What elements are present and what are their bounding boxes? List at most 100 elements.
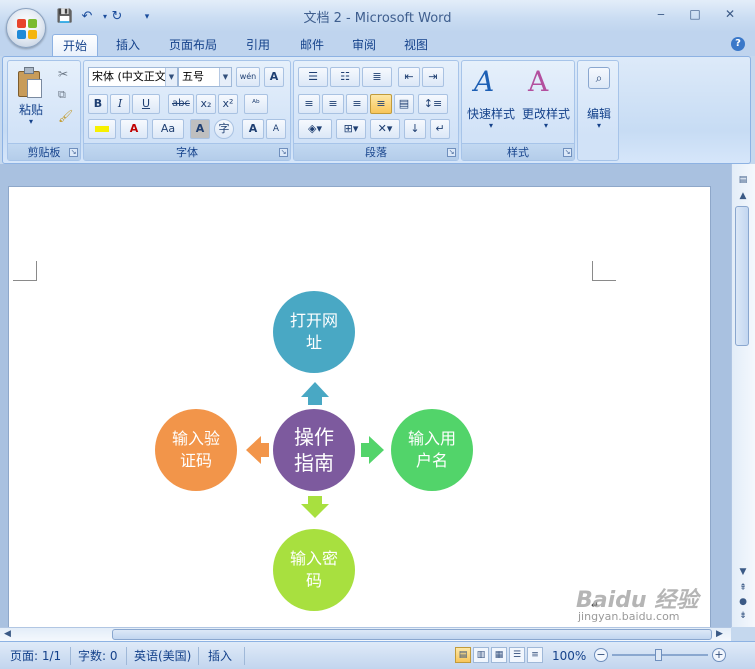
tab-insert[interactable]: 插入 bbox=[106, 34, 150, 56]
paste-icon[interactable] bbox=[18, 67, 44, 99]
superscript-button[interactable]: x² bbox=[218, 94, 238, 114]
copy-icon[interactable]: ⧉ bbox=[58, 88, 66, 102]
zoom-in-icon[interactable]: + bbox=[712, 648, 726, 662]
tab-mailings[interactable]: 邮件 bbox=[290, 34, 334, 56]
bold-button[interactable]: B bbox=[88, 94, 108, 114]
editing-label[interactable]: 编辑 bbox=[578, 105, 620, 122]
font-size-dropdown[interactable]: 五号 ▼ bbox=[178, 67, 232, 87]
ruler-toggle-icon[interactable]: ▤ bbox=[735, 172, 751, 188]
tab-page-layout[interactable]: 页面布局 bbox=[160, 34, 226, 56]
zoom-level[interactable]: 100% bbox=[552, 648, 586, 664]
vertical-scroll-thumb[interactable] bbox=[735, 206, 749, 346]
chevron-down-icon[interactable]: ▾ bbox=[518, 121, 574, 130]
chinese-layout-button[interactable]: ✕▾ bbox=[370, 119, 400, 139]
quick-styles-icon[interactable]: A bbox=[474, 65, 494, 98]
subscript-button[interactable]: x₂ bbox=[196, 94, 216, 114]
ribbon-tabs: 开始 插入 页面布局 引用 邮件 审阅 视图 ? bbox=[0, 32, 755, 56]
borders-button[interactable]: ⊞▾ bbox=[336, 119, 366, 139]
zoom-out-icon[interactable]: − bbox=[594, 648, 608, 662]
diagram-arrows bbox=[246, 382, 384, 518]
line-spacing-button[interactable]: ↕≡ bbox=[418, 94, 448, 114]
paste-label[interactable]: 粘贴 bbox=[14, 101, 48, 118]
diagram-node-left[interactable]: 输入验 证码 bbox=[155, 409, 237, 491]
character-shading-button[interactable]: A bbox=[190, 119, 210, 139]
tab-review[interactable]: 审阅 bbox=[342, 34, 386, 56]
minimize-button[interactable]: ‒ bbox=[650, 4, 672, 24]
scroll-right-icon[interactable]: ▶ bbox=[716, 628, 723, 641]
decrease-indent-button[interactable]: ⇤ bbox=[398, 67, 420, 87]
align-right-button[interactable]: ≡ bbox=[346, 94, 368, 114]
format-painter-icon[interactable]: 🖌 bbox=[58, 109, 73, 123]
scroll-down-icon[interactable]: ▼ bbox=[735, 564, 751, 580]
divider bbox=[126, 647, 127, 665]
phonetic-guide-button[interactable]: wén bbox=[236, 67, 260, 87]
paste-dropdown-icon[interactable]: ▾ bbox=[14, 117, 48, 126]
cut-icon[interactable]: ✂ bbox=[58, 67, 68, 81]
draft-view-icon[interactable]: ≡ bbox=[527, 647, 543, 663]
character-border-button[interactable]: A bbox=[264, 67, 284, 87]
insert-mode[interactable]: 插入 bbox=[208, 648, 232, 664]
clipboard-launcher-icon[interactable]: ↘ bbox=[69, 148, 78, 157]
chevron-down-icon[interactable]: ▾ bbox=[578, 121, 620, 130]
sort-button[interactable]: ↓ bbox=[404, 119, 426, 139]
close-button[interactable]: ✕ bbox=[719, 4, 741, 24]
language-indicator[interactable]: 英语(美国) bbox=[134, 648, 191, 664]
quick-styles-label[interactable]: 快速样式 bbox=[464, 105, 518, 122]
numbering-button[interactable]: ☷ bbox=[330, 67, 360, 87]
bullets-button[interactable]: ☰ bbox=[298, 67, 328, 87]
diagram-node-right[interactable]: 输入用 户名 bbox=[391, 409, 473, 491]
outline-view-icon[interactable]: ☰ bbox=[509, 647, 525, 663]
multilevel-list-button[interactable]: ≣ bbox=[362, 67, 392, 87]
document-page[interactable]: 打开网址 操作 指南 输入用 户名 输入密码 输入验 证码 ↵ bbox=[8, 186, 711, 627]
font-launcher-icon[interactable]: ↘ bbox=[279, 148, 288, 157]
node-left-line1: 输入验 bbox=[171, 429, 220, 448]
align-left-button[interactable]: ≡ bbox=[298, 94, 320, 114]
change-styles-icon[interactable]: A bbox=[528, 65, 548, 98]
diagram-node-bottom[interactable]: 输入密码 bbox=[273, 529, 355, 611]
maximize-button[interactable]: □ bbox=[684, 4, 706, 24]
font-color-button[interactable]: A bbox=[120, 119, 148, 139]
tab-references[interactable]: 引用 bbox=[236, 34, 280, 56]
shrink-font-button[interactable]: A bbox=[266, 119, 286, 139]
paragraph-launcher-icon[interactable]: ↘ bbox=[447, 148, 456, 157]
justify-button[interactable]: ≡ bbox=[370, 94, 392, 114]
next-page-icon[interactable]: ⇟ bbox=[735, 608, 751, 624]
diagram-node-top[interactable]: 打开网址 bbox=[273, 291, 355, 373]
change-case-button[interactable]: Aa bbox=[152, 119, 184, 139]
styles-launcher-icon[interactable]: ↘ bbox=[563, 148, 572, 157]
print-layout-view-icon[interactable]: ▤ bbox=[455, 647, 471, 663]
tab-home[interactable]: 开始 bbox=[52, 34, 98, 56]
office-button[interactable] bbox=[6, 8, 46, 48]
page-count[interactable]: 页面: 1/1 bbox=[10, 648, 61, 664]
show-marks-button[interactable]: ↵ bbox=[430, 119, 450, 139]
scroll-up-icon[interactable]: ▲ bbox=[735, 188, 751, 204]
diagram-node-center[interactable]: 操作 指南 bbox=[273, 409, 355, 491]
enclose-characters-button[interactable]: 字 bbox=[214, 119, 234, 139]
increase-indent-button[interactable]: ⇥ bbox=[422, 67, 444, 87]
distributed-button[interactable]: ▤ bbox=[394, 94, 414, 114]
help-icon[interactable]: ? bbox=[731, 37, 745, 51]
vertical-scrollbar[interactable]: ▤ ▲ ▼ ⇞ ● ⇟ bbox=[731, 164, 755, 627]
change-styles-label[interactable]: 更改样式 bbox=[518, 105, 574, 122]
highlight-button[interactable] bbox=[88, 119, 116, 139]
underline-button[interactable]: U bbox=[132, 94, 160, 114]
web-layout-view-icon[interactable]: ▦ bbox=[491, 647, 507, 663]
editing-group: ⌕ 编辑 ▾ bbox=[577, 60, 619, 161]
shading-button[interactable]: ◈▾ bbox=[298, 119, 332, 139]
word-count[interactable]: 字数: 0 bbox=[78, 648, 118, 664]
chevron-down-icon[interactable]: ▾ bbox=[464, 121, 518, 130]
tab-view[interactable]: 视图 bbox=[394, 34, 438, 56]
binoculars-icon[interactable]: ⌕ bbox=[588, 67, 610, 89]
strikethrough-button[interactable]: abc bbox=[168, 94, 194, 114]
clear-formatting-button[interactable]: ᴬᵇ bbox=[244, 94, 268, 114]
grow-font-button[interactable]: A bbox=[242, 119, 264, 139]
scroll-left-icon[interactable]: ◀ bbox=[4, 628, 11, 641]
font-name-dropdown[interactable]: 宋体 (中文正文) ▼ bbox=[88, 67, 178, 87]
italic-button[interactable]: I bbox=[110, 94, 130, 114]
align-center-button[interactable]: ≡ bbox=[322, 94, 344, 114]
zoom-slider-thumb[interactable] bbox=[655, 649, 662, 661]
status-bar: 页面: 1/1 字数: 0 英语(美国) 插入 ▤ ▥ ▦ ☰ ≡ 100% −… bbox=[0, 641, 755, 669]
horizontal-scroll-thumb[interactable] bbox=[112, 629, 712, 640]
full-screen-reading-view-icon[interactable]: ▥ bbox=[473, 647, 489, 663]
horizontal-scrollbar[interactable]: ◀ ▶ bbox=[0, 627, 731, 641]
